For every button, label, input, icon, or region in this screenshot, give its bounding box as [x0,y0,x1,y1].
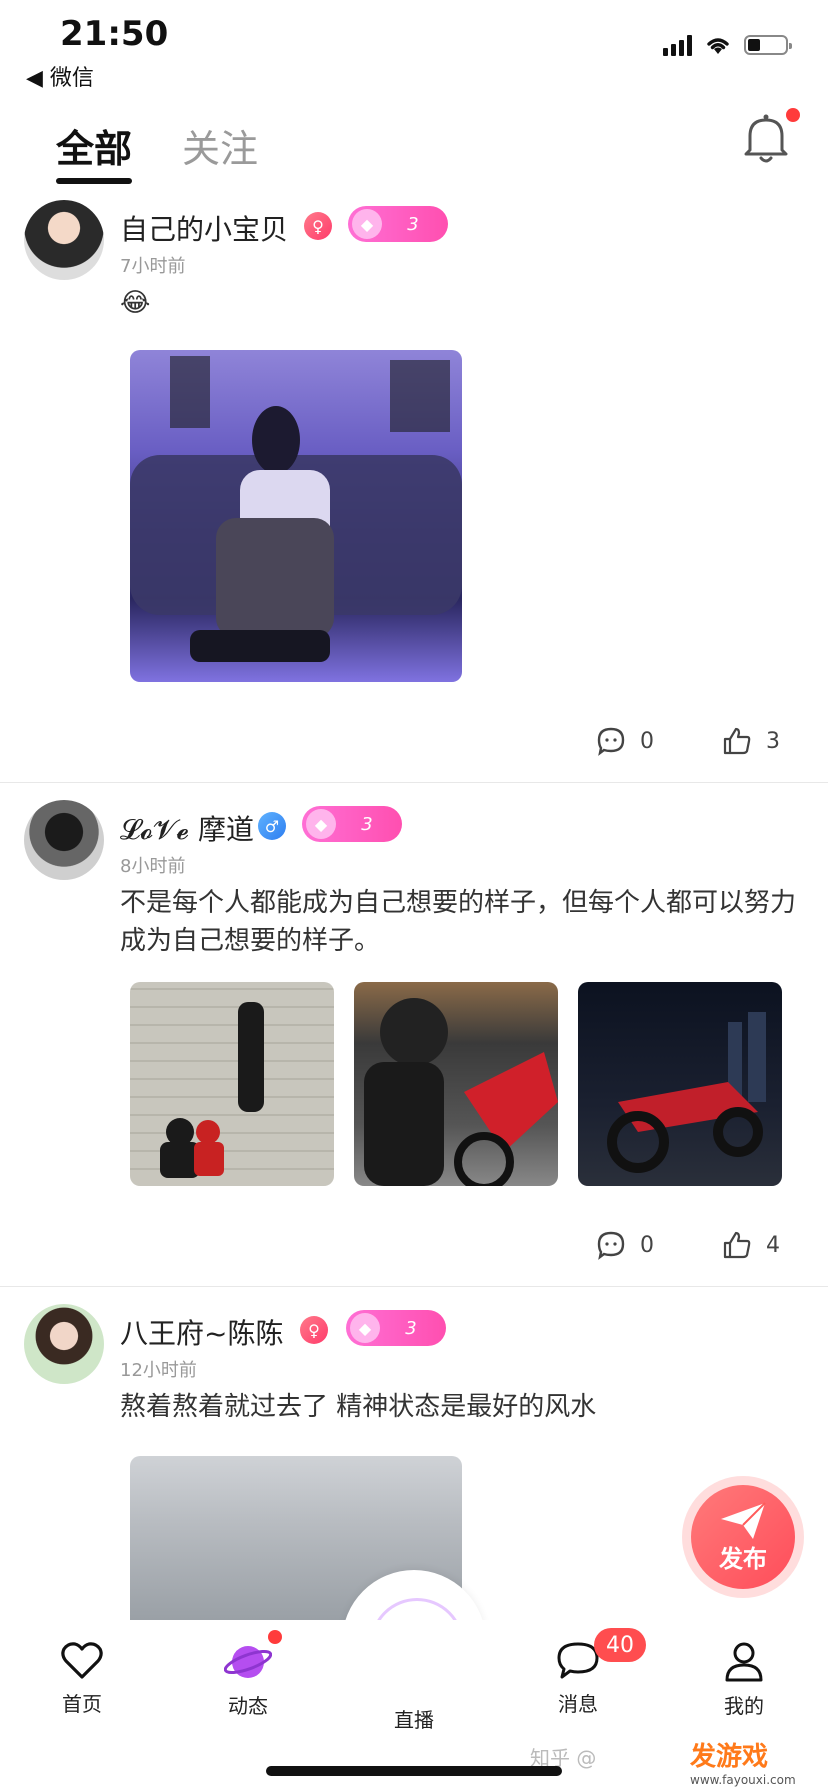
battery-icon [744,35,792,55]
moments-notification-dot [268,1630,282,1644]
level-badge: ◆ 3 [346,1310,446,1346]
post-photo[interactable] [354,982,558,1186]
comment-count: 0 [640,1232,654,1258]
diamond-icon: ◆ [350,1313,380,1343]
post-time: 7小时前 [120,256,186,277]
post-photo[interactable] [130,982,334,1186]
post-time: 12小时前 [120,1360,197,1381]
person-icon [725,1642,763,1682]
level-badge: ◆ 3 [348,206,448,242]
heart-icon [61,1642,103,1679]
level-number: 3 [361,813,373,835]
publish-label: 发布 [719,1544,767,1573]
notification-dot [786,108,800,122]
brand-name: 发游戏 [690,1742,769,1772]
avatar[interactable] [24,1304,104,1384]
post-text: 不是每个人都能成为自己想要的样子，但每个人都可以努力成为自己想要的样子。 [120,888,797,956]
post-photo[interactable] [130,350,462,682]
like-button[interactable]: 3 [722,726,780,756]
level-number: 3 [405,1317,417,1339]
nav-moments-label: 动态 [228,1694,268,1718]
system-icons [663,34,792,56]
thumbs-up-icon [723,1231,751,1259]
messages-badge: 40 [594,1628,646,1662]
diamond-icon: ◆ [306,809,336,839]
post-time: 8小时前 [120,856,186,877]
paper-plane-icon [721,1501,766,1539]
level-badge: ◆ 3 [302,806,402,842]
tab-all[interactable]: 全部 [56,118,132,173]
tab-following[interactable]: 关注 [182,118,258,173]
wifi-icon [707,38,729,54]
publish-button[interactable]: 发布 [682,1476,804,1598]
avatar[interactable] [24,800,104,880]
nav-me[interactable]: 我的 [684,1640,804,1719]
like-count: 4 [766,1232,780,1258]
nav-me-label: 我的 [724,1694,764,1718]
brand-url: www.fayouxi.com [690,1773,796,1787]
status-time: 21:50 [60,14,169,54]
comment-icon [597,1231,625,1260]
comment-button[interactable]: 0 [596,1230,654,1260]
signal-icon [663,34,692,56]
nav-home[interactable]: 首页 [22,1640,142,1717]
planet-icon [224,1646,272,1678]
thumbs-up-icon [723,727,751,755]
nav-live-label: 直播 [394,1708,434,1732]
post-username[interactable]: 自己的小宝贝 [120,208,288,248]
post-photo[interactable] [578,982,782,1186]
comment-icon [597,727,625,756]
diamond-icon: ◆ [352,209,382,239]
back-to-wechat-link[interactable]: ◀ 微信 [26,60,94,92]
post-username[interactable]: 𝓛𝓸𝓥𝓮 摩道 [120,808,254,848]
nav-moments[interactable]: 动态 [188,1640,308,1719]
divider [0,1286,828,1287]
like-button[interactable]: 4 [722,1230,780,1260]
female-icon: ♀ [300,1316,328,1344]
male-icon: ♂ [258,812,286,840]
post-username[interactable]: 八王府~陈陈 [120,1312,283,1352]
comment-button[interactable]: 0 [596,726,654,756]
post-text: 熬着熬着就过去了 精神状态是最好的风水 [120,1392,597,1422]
home-indicator [266,1766,562,1776]
avatar[interactable] [24,200,104,280]
divider [0,782,828,783]
nav-home-label: 首页 [62,1692,102,1716]
comment-count: 0 [640,728,654,754]
active-tab-indicator [56,178,132,184]
level-number: 3 [407,213,419,235]
nav-live[interactable]: 直播 [354,1704,474,1733]
post-text: 😂 [120,288,151,318]
brand-watermark: 发游戏 www.fayouxi.com [690,1736,796,1787]
like-count: 3 [766,728,780,754]
nav-messages-label: 消息 [558,1692,598,1716]
female-icon: ♀ [304,212,332,240]
